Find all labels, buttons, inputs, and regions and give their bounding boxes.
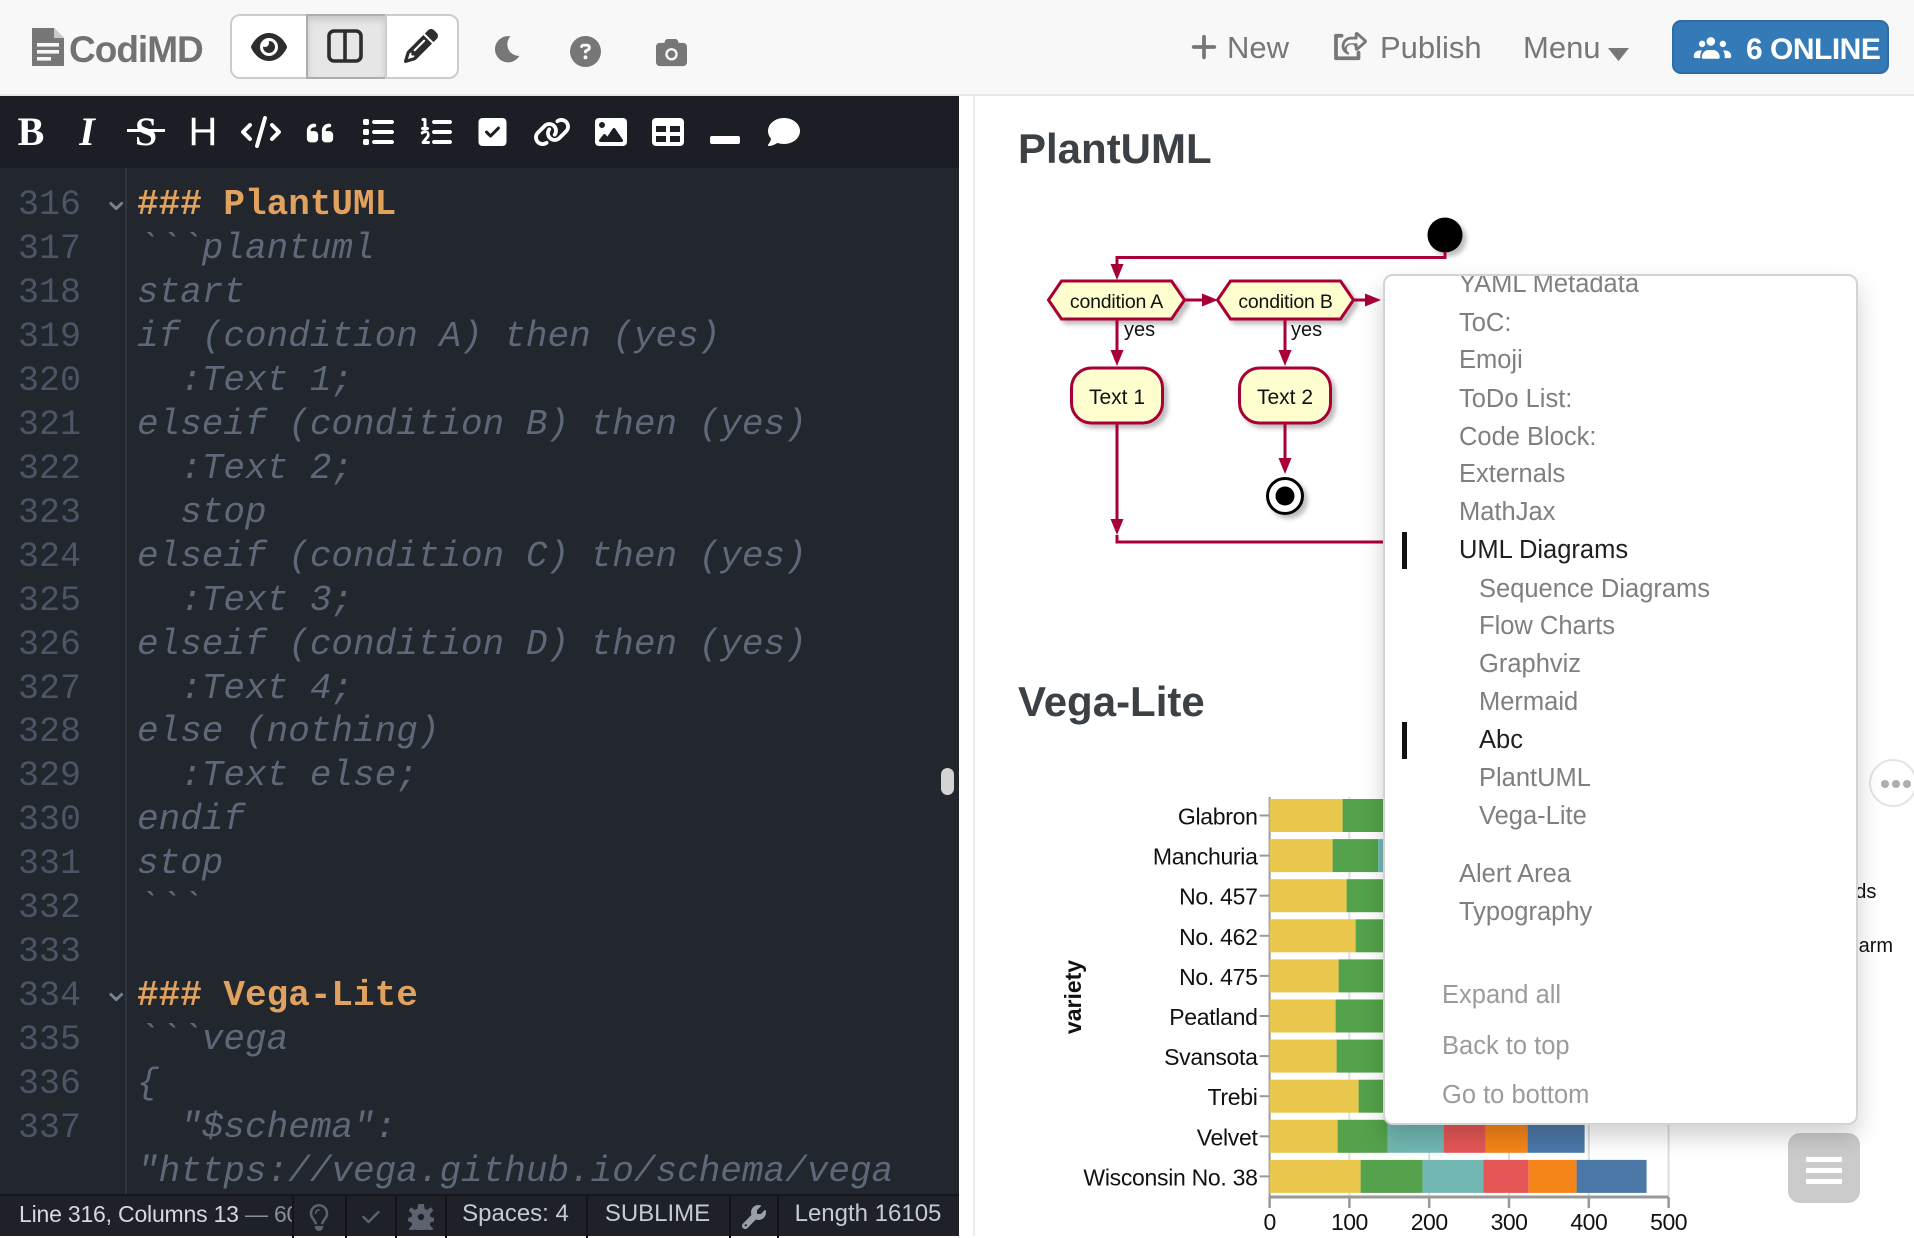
svg-text:0: 0 xyxy=(1263,1209,1275,1235)
svg-text:Text 2: Text 2 xyxy=(1257,386,1313,409)
svg-text:100: 100 xyxy=(1331,1209,1368,1235)
svg-text:Peatland: Peatland xyxy=(1169,1004,1257,1030)
svg-text:Trebi: Trebi xyxy=(1208,1084,1258,1110)
svg-text:Svansota: Svansota xyxy=(1164,1044,1258,1070)
svg-text:No. 475: No. 475 xyxy=(1179,964,1257,990)
svg-text:yes: yes xyxy=(1124,319,1155,341)
svg-text:400: 400 xyxy=(1570,1209,1607,1235)
svg-text:200: 200 xyxy=(1411,1209,1448,1235)
svg-text:variety: variety xyxy=(1060,960,1086,1034)
svg-text:No. 462: No. 462 xyxy=(1179,924,1257,950)
svg-text:Text 1: Text 1 xyxy=(1089,386,1145,409)
svg-text:yes: yes xyxy=(1291,319,1322,341)
svg-text:No. 457: No. 457 xyxy=(1179,884,1257,910)
svg-text:300: 300 xyxy=(1491,1209,1528,1235)
svg-text:Glabron: Glabron xyxy=(1178,804,1258,830)
svg-text:Manchuria: Manchuria xyxy=(1153,844,1258,870)
svg-text:condition A: condition A xyxy=(1070,291,1163,313)
svg-text:Wisconsin No. 38: Wisconsin No. 38 xyxy=(1083,1164,1257,1190)
svg-text:500: 500 xyxy=(1650,1209,1687,1235)
svg-text:condition B: condition B xyxy=(1238,291,1332,313)
svg-text:Velvet: Velvet xyxy=(1197,1124,1259,1150)
